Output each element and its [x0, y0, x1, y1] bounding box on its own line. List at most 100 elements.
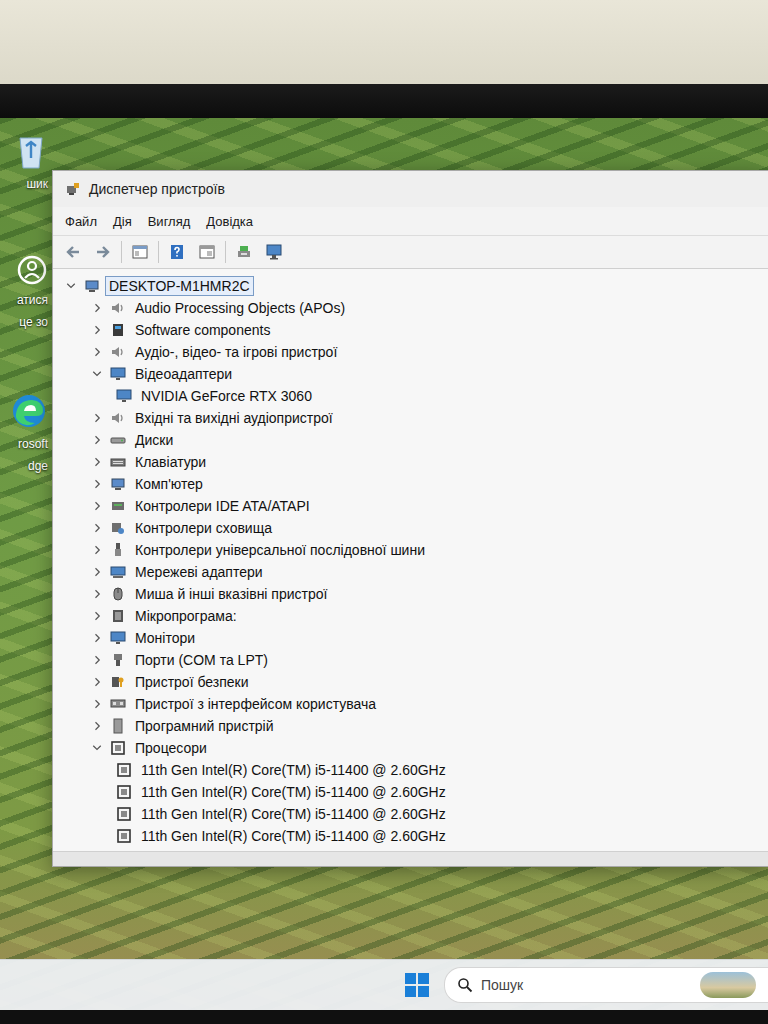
tree-label[interactable]: Мережеві адаптери [131, 562, 267, 582]
search-box[interactable]: Пошук [444, 967, 768, 1003]
chevron-right-icon[interactable] [91, 500, 103, 512]
expander[interactable] [89, 300, 105, 316]
menu-item[interactable]: Файл [59, 212, 103, 231]
expander[interactable] [63, 278, 79, 294]
chevron-right-icon[interactable] [91, 654, 103, 666]
chevron-right-icon[interactable] [91, 544, 103, 556]
tree-label[interactable]: Клавіатури [131, 452, 210, 472]
menu-item[interactable]: Дія [107, 212, 138, 231]
tree-label[interactable]: NVIDIA GeForce RTX 3060 [137, 386, 316, 406]
chevron-down-icon[interactable] [91, 742, 103, 754]
tree-label[interactable]: 11th Gen Intel(R) Core(TM) i5-11400 @ 2.… [137, 782, 450, 802]
account-icon[interactable] [16, 254, 48, 286]
toolbar-button[interactable] [61, 240, 85, 264]
windows-logo-icon[interactable] [404, 972, 430, 998]
tree-category[interactable]: Контролери універсальної послідовної шин… [53, 539, 768, 561]
tree-category[interactable]: Програмний пристрій [53, 715, 768, 737]
tree-category[interactable]: Порти (COM та LPT) [53, 649, 768, 671]
expander[interactable] [89, 652, 105, 668]
chevron-right-icon[interactable] [91, 434, 103, 446]
desktop-icon[interactable]: атисяце зо [0, 254, 52, 330]
tree-category[interactable]: Відеоадаптери [53, 363, 768, 385]
expander[interactable] [89, 344, 105, 360]
expander[interactable] [89, 674, 105, 690]
expander[interactable] [89, 322, 105, 338]
tree-label[interactable]: Пристрої безпеки [131, 672, 253, 692]
tree-label[interactable]: Диски [131, 430, 177, 450]
toolbar-button[interactable] [128, 240, 152, 264]
tree-device[interactable]: 11th Gen Intel(R) Core(TM) i5-11400 @ 2.… [53, 759, 768, 781]
tree-category[interactable]: Контролери сховища [53, 517, 768, 539]
chevron-right-icon[interactable] [91, 566, 103, 578]
tree-category[interactable]: Мережеві адаптери [53, 561, 768, 583]
tree-label[interactable]: DESKTOP-M1HMR2C [105, 276, 254, 296]
desktop-icon[interactable]: rosoftdge [0, 392, 52, 474]
chevron-right-icon[interactable] [91, 632, 103, 644]
expander[interactable] [89, 608, 105, 624]
chevron-right-icon[interactable] [91, 588, 103, 600]
tree-category[interactable]: Комп'ютер [53, 473, 768, 495]
tree-category[interactable]: Пристрої безпеки [53, 671, 768, 693]
chevron-down-icon[interactable] [65, 280, 77, 292]
chevron-right-icon[interactable] [91, 522, 103, 534]
expander[interactable] [89, 498, 105, 514]
toolbar-button[interactable] [262, 240, 286, 264]
tree-label[interactable]: 11th Gen Intel(R) Core(TM) i5-11400 @ 2.… [137, 760, 450, 780]
toolbar-button[interactable] [232, 240, 256, 264]
chevron-down-icon[interactable] [91, 368, 103, 380]
tree-label[interactable]: Мікропрограма: [131, 606, 241, 626]
menu-item[interactable]: Довідка [200, 212, 259, 231]
expander[interactable] [89, 454, 105, 470]
tree-label[interactable]: 11th Gen Intel(R) Core(TM) i5-11400 @ 2.… [137, 804, 450, 824]
tree-device[interactable]: 11th Gen Intel(R) Core(TM) i5-11400 @ 2.… [53, 825, 768, 847]
tree-root[interactable]: DESKTOP-M1HMR2C [53, 275, 768, 297]
tree-label[interactable]: Контролери IDE ATA/ATAPI [131, 496, 314, 516]
tree-label[interactable]: Миша й інші вказівні пристрої [131, 584, 331, 604]
tree-category[interactable]: Software components [53, 319, 768, 341]
expander[interactable] [89, 410, 105, 426]
tree-category[interactable]: Клавіатури [53, 451, 768, 473]
chevron-right-icon[interactable] [91, 324, 103, 336]
tree-label[interactable]: Software components [131, 320, 274, 340]
tree-category[interactable]: Процесори [53, 737, 768, 759]
tree-device[interactable]: 11th Gen Intel(R) Core(TM) i5-11400 @ 2.… [53, 781, 768, 803]
chevron-right-icon[interactable] [91, 610, 103, 622]
expander[interactable] [89, 564, 105, 580]
expander[interactable] [89, 432, 105, 448]
tree-label[interactable]: Контролери сховища [131, 518, 276, 538]
tree-label[interactable]: Відеоадаптери [131, 364, 236, 384]
tree-category[interactable]: Контролери IDE ATA/ATAPI [53, 495, 768, 517]
tree-category[interactable]: Audio Processing Objects (APOs) [53, 297, 768, 319]
tree-label[interactable]: Контролери універсальної послідовної шин… [131, 540, 429, 560]
title-bar[interactable]: Диспетчер пристроїв [53, 171, 768, 207]
expander[interactable] [89, 366, 105, 382]
tree-label[interactable]: Пристрої з інтерфейсом користувача [131, 694, 380, 714]
menu-item[interactable]: Вигляд [142, 212, 197, 231]
chevron-right-icon[interactable] [91, 676, 103, 688]
recycle-bin-icon[interactable] [14, 130, 48, 170]
tree-label[interactable]: Монітори [131, 628, 199, 648]
tree-label[interactable]: Програмний пристрій [131, 716, 278, 736]
chevron-right-icon[interactable] [91, 698, 103, 710]
chevron-right-icon[interactable] [91, 346, 103, 358]
expander[interactable] [89, 586, 105, 602]
tree-label[interactable]: Вхідні та вихідні аудіопристрої [131, 408, 337, 428]
chevron-right-icon[interactable] [91, 478, 103, 490]
tree-label[interactable]: Комп'ютер [131, 474, 207, 494]
desktop-icon[interactable]: шик [0, 130, 52, 192]
tree-category[interactable]: Диски [53, 429, 768, 451]
tree-category[interactable]: Монітори [53, 627, 768, 649]
expander[interactable] [89, 476, 105, 492]
tree-category[interactable]: Аудіо-, відео- та ігрові пристрої [53, 341, 768, 363]
chevron-right-icon[interactable] [91, 412, 103, 424]
toolbar-button[interactable] [165, 240, 189, 264]
expander[interactable] [89, 740, 105, 756]
toolbar-button[interactable] [195, 240, 219, 264]
tree-label[interactable]: Порти (COM та LPT) [131, 650, 272, 670]
edge-icon[interactable] [10, 392, 48, 430]
tree-label[interactable]: 11th Gen Intel(R) Core(TM) i5-11400 @ 2.… [137, 826, 450, 846]
tree-device[interactable]: 11th Gen Intel(R) Core(TM) i5-11400 @ 2.… [53, 803, 768, 825]
tree-category[interactable]: Мікропрограма: [53, 605, 768, 627]
chevron-right-icon[interactable] [91, 456, 103, 468]
chevron-right-icon[interactable] [91, 720, 103, 732]
